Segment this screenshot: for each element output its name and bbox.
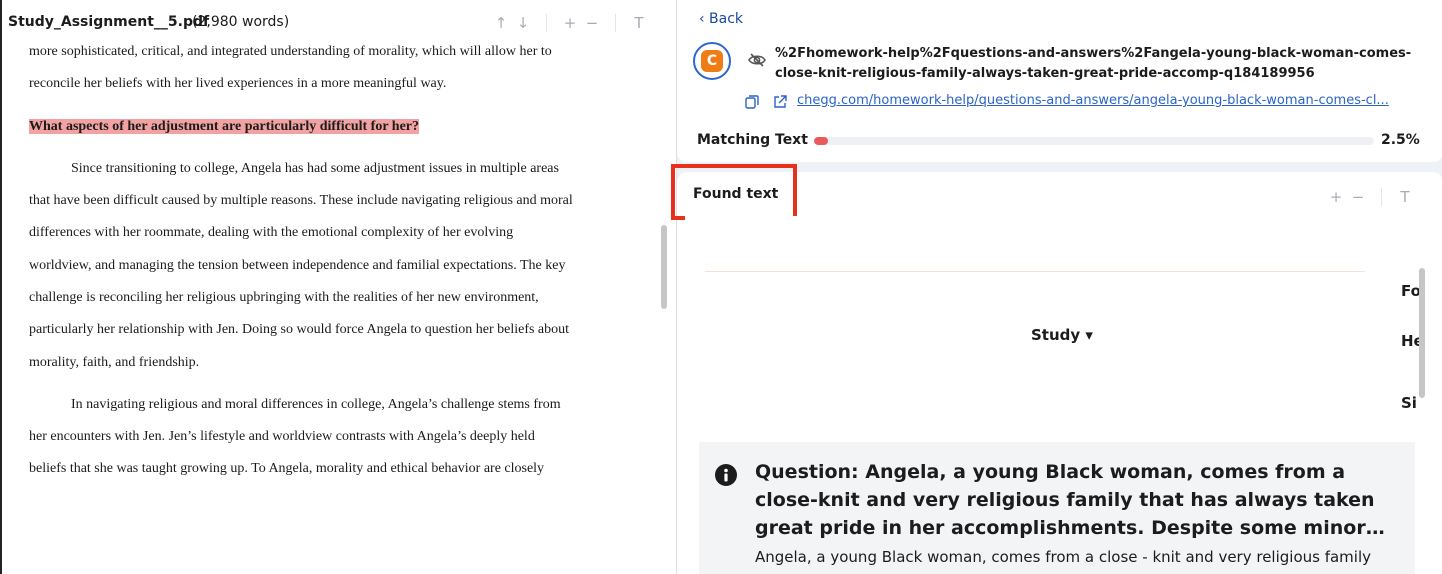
match-panel: ‹ Back C %2Fhomework-help%2Fquestions-an… xyxy=(671,0,1442,574)
document-line: reconcile her beliefs with her lived exp… xyxy=(29,76,447,91)
zoom-in-icon[interactable]: + xyxy=(559,14,581,32)
question-block: Question: Angela, a young Black woman, c… xyxy=(699,442,1415,574)
matching-progress-bar xyxy=(814,137,1374,145)
clipped-nav-text: Si xyxy=(1401,394,1417,412)
document-line: morality, faith, and friendship. xyxy=(29,355,200,370)
zoom-out-icon[interactable]: − xyxy=(1347,188,1369,206)
source-title: %2Fhomework-help%2Fquestions-and-answers… xyxy=(775,46,1412,81)
document-line: challenge is reconciling her religious u… xyxy=(29,290,539,305)
source-url-link[interactable]: chegg.com/homework-help/questions-and-an… xyxy=(797,93,1427,108)
document-pane: Study_Assignment__5.pdf (2,980 words) ↑ … xyxy=(0,0,676,574)
external-link-icon[interactable] xyxy=(773,95,787,109)
match-source-card: ‹ Back C %2Fhomework-help%2Fquestions-an… xyxy=(677,0,1442,162)
document-line: differences with her roommate, dealing w… xyxy=(29,225,514,240)
matching-text-label: Matching Text xyxy=(697,132,808,148)
matching-progress-fill xyxy=(814,137,828,145)
document-text: more sophisticated, critical, and integr… xyxy=(2,42,658,574)
question-title[interactable]: Question: Angela, a young Black woman, c… xyxy=(755,458,1385,542)
document-line: particularly her relationship with Jen. … xyxy=(29,322,570,337)
clipped-nav-text: He xyxy=(1401,332,1419,350)
found-text-card: Found text + − T Study ▾ Fo He Si Questi… xyxy=(671,164,1442,574)
next-match-icon[interactable]: ↓ xyxy=(512,14,534,32)
page-edge xyxy=(705,262,1365,272)
zoom-in-icon[interactable]: + xyxy=(1325,188,1347,206)
toolbar-divider xyxy=(615,14,616,32)
document-header: Study_Assignment__5.pdf (2,980 words) ↑ … xyxy=(2,0,678,42)
document-line: worldview, and managing the tension betw… xyxy=(29,258,566,273)
document-line: beliefs that she was taught growing up. … xyxy=(29,461,545,476)
document-scrollbar-thumb[interactable] xyxy=(661,225,667,309)
found-text-toolbar: + − T xyxy=(1325,188,1416,206)
study-dropdown[interactable]: Study ▾ xyxy=(1031,326,1093,344)
document-line: more sophisticated, critical, and integr… xyxy=(29,44,552,59)
document-line: Since transitioning to college, Angela h… xyxy=(71,161,559,176)
document-line: that have been difficult caused by multi… xyxy=(29,193,573,208)
toolbar-divider xyxy=(546,14,547,32)
document-filename[interactable]: Study_Assignment__5.pdf xyxy=(8,14,209,30)
clipped-nav-text: Fo xyxy=(1401,282,1419,300)
found-page-viewer: Study ▾ Fo He Si Question: Angela, a you… xyxy=(685,216,1419,574)
copy-icon[interactable] xyxy=(745,95,759,109)
zoom-out-icon[interactable]: − xyxy=(581,14,603,32)
question-body: Angela, a young Black woman, comes from … xyxy=(755,548,1372,566)
hide-source-icon[interactable] xyxy=(747,52,767,68)
text-size-icon[interactable]: T xyxy=(628,14,650,32)
previous-match-icon[interactable]: ↑ xyxy=(490,14,512,32)
matched-text-highlight[interactable]: What aspects of her adjustment are parti… xyxy=(29,119,420,134)
source-avatar[interactable]: C xyxy=(693,42,731,80)
document-line: In navigating religious and moral differ… xyxy=(71,397,561,412)
chegg-logo-icon: C xyxy=(701,50,723,72)
text-size-icon[interactable]: T xyxy=(1394,188,1416,206)
matching-percent: 2.5% xyxy=(1381,132,1420,148)
toolbar-divider xyxy=(1381,188,1382,206)
document-word-count: (2,980 words) xyxy=(192,14,290,30)
back-link[interactable]: ‹ Back xyxy=(699,11,743,27)
found-scrollbar-thumb[interactable] xyxy=(1419,268,1425,398)
callout-highlight-box xyxy=(671,164,797,220)
document-line: her encounters with Jen. Jen’s lifestyle… xyxy=(29,429,535,444)
document-toolbar: ↑ ↓ + − T xyxy=(490,14,650,32)
highlighted-heading[interactable]: What aspects of her adjustment are parti… xyxy=(29,119,420,135)
question-info-icon xyxy=(715,464,737,486)
